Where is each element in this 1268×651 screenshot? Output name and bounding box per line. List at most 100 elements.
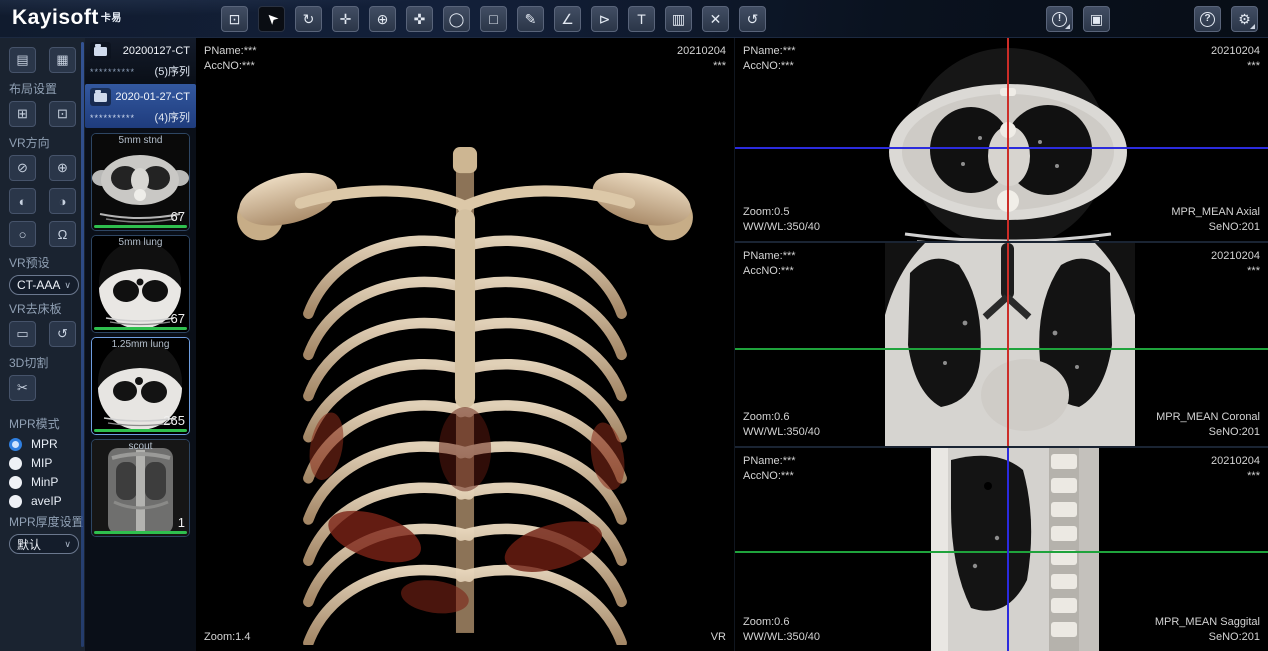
- brand-text: Kayisoft: [12, 6, 99, 29]
- axial-patient-overlay: PName:*** AccNO:***: [743, 44, 796, 74]
- report-button[interactable]: !: [1046, 6, 1073, 32]
- radio-minp[interactable]: MinP: [9, 475, 85, 489]
- study-item-2[interactable]: 2020-01-27-CT **********(4)序列: [85, 84, 196, 128]
- settings-button[interactable]: ⚙: [1231, 6, 1258, 32]
- text-annotation-icon: T: [637, 12, 646, 26]
- restore-bed-button[interactable]: ↺: [49, 321, 76, 347]
- rectangle-roi-button[interactable]: □: [480, 6, 507, 32]
- thumbnail-scout[interactable]: scout 1: [91, 439, 190, 537]
- study-title: 2020-01-27-CT: [111, 91, 190, 103]
- axial-wwwl: WW/WL:350/40: [743, 220, 820, 235]
- vr-dir-superior-button[interactable]: ○: [9, 221, 36, 247]
- radio-dot-icon: [9, 438, 22, 451]
- cursor-icon: ➤: [262, 10, 280, 28]
- coronal-pname: PName:***: [743, 249, 796, 264]
- app-logo: Kayisoft卡易: [12, 6, 122, 30]
- sagittal-pname: PName:***: [743, 454, 796, 469]
- layout-panels-button[interactable]: ▦: [49, 47, 76, 73]
- vr-dir-posterior-icon: ⊕: [57, 160, 68, 176]
- cut-knife-button[interactable]: ✂: [9, 375, 36, 401]
- coronal-wwwl: WW/WL:350/40: [743, 425, 820, 440]
- radio-mip[interactable]: MIP: [9, 456, 85, 470]
- vr-dir-left-icon: ◐: [19, 194, 27, 209]
- main-toolbar: ⊡ ➤ ↻ ✛ ⊕ ✜ ◯ □ ✎ ∠ ⊳ T ▥ ✕ ↺: [221, 6, 766, 32]
- layout-2d-tool-button[interactable]: ⊡: [221, 6, 248, 32]
- coronal-plane-label: MPR_MEAN Coronal: [1156, 410, 1260, 425]
- window-level-button[interactable]: ▥: [665, 6, 692, 32]
- angle-tool-button[interactable]: ∠: [554, 6, 581, 32]
- remove-bed-icon: ▭: [16, 326, 28, 342]
- mpr-axial-viewport[interactable]: PName:*** AccNO:*** 20210204 *** Zoom:0.…: [735, 38, 1268, 243]
- grid-2x2-button[interactable]: ⊞: [9, 101, 36, 127]
- thumbnail-125mm-lung[interactable]: 1.25mm lung 265: [91, 337, 190, 435]
- axial-params-overlay: Zoom:0.5 WW/WL:350/40: [743, 205, 820, 235]
- layout-list-button[interactable]: ▤: [9, 47, 36, 73]
- coronal-plane-overlay: MPR_MEAN Coronal SeNO:201: [1156, 410, 1260, 440]
- save-film-button[interactable]: ▣: [1083, 6, 1110, 32]
- sagittal-crosshair-vertical[interactable]: [1007, 448, 1009, 651]
- remove-bed-button[interactable]: ▭: [9, 321, 36, 347]
- thumbnail-label: 5mm lung: [92, 237, 189, 248]
- thumbnail-5mm-lung[interactable]: 5mm lung 67: [91, 235, 190, 333]
- brand-cjk-text: 卡易: [101, 13, 122, 24]
- rotate-3d-icon: ↻: [303, 12, 315, 26]
- coronal-seno: SeNO:201: [1156, 425, 1260, 440]
- sagittal-params-overlay: Zoom:0.6 WW/WL:350/40: [743, 615, 820, 645]
- reset-icon: ↺: [747, 12, 759, 26]
- vr-direction-label: VR方向: [9, 134, 85, 151]
- axial-stars: ***: [1211, 59, 1260, 74]
- thumbnail-label: 5mm stnd: [92, 135, 189, 146]
- mpr-thickness-dropdown[interactable]: 默认 ∨: [9, 534, 79, 554]
- mpr-column: PName:*** AccNO:*** 20210204 *** Zoom:0.…: [735, 38, 1268, 651]
- radio-mpr[interactable]: MPR: [9, 437, 85, 451]
- pan-tool-button[interactable]: ✛: [332, 6, 359, 32]
- vr-date: 20210204: [677, 44, 726, 59]
- vr-dir-inferior-button[interactable]: Ω: [49, 221, 76, 247]
- reset-view-button[interactable]: ↺: [739, 6, 766, 32]
- sagittal-crosshair-horizontal[interactable]: [735, 551, 1268, 553]
- coronal-crosshair-horizontal[interactable]: [735, 348, 1268, 350]
- ellipse-roi-button[interactable]: ◯: [443, 6, 470, 32]
- mpr-thickness-label: MPR厚度设置: [9, 513, 85, 530]
- cone-angle-tool-button[interactable]: ⊳: [591, 6, 618, 32]
- pan-icon: ✛: [340, 12, 352, 26]
- vr-dir-left-button[interactable]: ◐: [9, 188, 36, 214]
- sagittal-study-overlay: 20210204 ***: [1211, 454, 1260, 484]
- mpr-sagittal-viewport[interactable]: PName:*** AccNO:*** 20210204 *** Zoom:0.…: [735, 448, 1268, 651]
- thumbnail-image-number: 265: [163, 413, 185, 428]
- axial-pname: PName:***: [743, 44, 796, 59]
- series-count: (5)序列: [155, 63, 190, 79]
- text-annotation-button[interactable]: T: [628, 6, 655, 32]
- cursor-tool-button[interactable]: ➤: [258, 6, 285, 32]
- cut-3d-label: 3D切割: [9, 354, 85, 371]
- measure-pencil-icon: ✎: [525, 12, 537, 26]
- zoom-tool-button[interactable]: ⊕: [369, 6, 396, 32]
- sidebar-scrollbar[interactable]: [81, 42, 84, 647]
- vr-dir-posterior-button[interactable]: ⊕: [49, 155, 76, 181]
- delete-annotation-button[interactable]: ✕: [702, 6, 729, 32]
- vr-viewport[interactable]: PName:*** AccNO:*** 20210204 *** Zoom:1.…: [196, 38, 735, 651]
- rotate-3d-tool-button[interactable]: ↻: [295, 6, 322, 32]
- grid-main-side-button[interactable]: ⊡: [49, 101, 76, 127]
- help-button[interactable]: ?: [1194, 6, 1221, 32]
- mpr-coronal-viewport[interactable]: PName:*** AccNO:*** 20210204 *** Zoom:0.…: [735, 243, 1268, 448]
- crosshair-tool-button[interactable]: ✜: [406, 6, 433, 32]
- mpr-mode-label: MPR模式: [9, 415, 85, 432]
- axial-crosshair-horizontal[interactable]: [735, 147, 1268, 149]
- radio-aveip[interactable]: aveIP: [9, 494, 85, 508]
- axial-crosshair-vertical[interactable]: [1007, 38, 1009, 241]
- thumbnail-list: 5mm stnd 67 5mm lung 67: [85, 130, 196, 541]
- vr-dir-anterior-button[interactable]: ⊘: [9, 155, 36, 181]
- vr-preset-dropdown[interactable]: CT-AAA ∨: [9, 275, 79, 295]
- coronal-patient-overlay: PName:*** AccNO:***: [743, 249, 796, 279]
- study-item-1[interactable]: 20200127-CT **********(5)序列: [85, 38, 196, 82]
- coronal-crosshair-vertical[interactable]: [1007, 243, 1009, 446]
- layout-list-icon: ▤: [16, 52, 28, 68]
- grid-main-side-icon: ⊡: [57, 106, 68, 122]
- measure-tool-button[interactable]: ✎: [517, 6, 544, 32]
- settings-gear-icon: ⚙: [1238, 12, 1251, 26]
- vr-dir-superior-icon: ○: [19, 227, 27, 242]
- thumbnail-5mm-stnd[interactable]: 5mm stnd 67: [91, 133, 190, 231]
- zoom-in-icon: ⊕: [377, 12, 389, 26]
- vr-dir-right-button[interactable]: ◑: [49, 188, 76, 214]
